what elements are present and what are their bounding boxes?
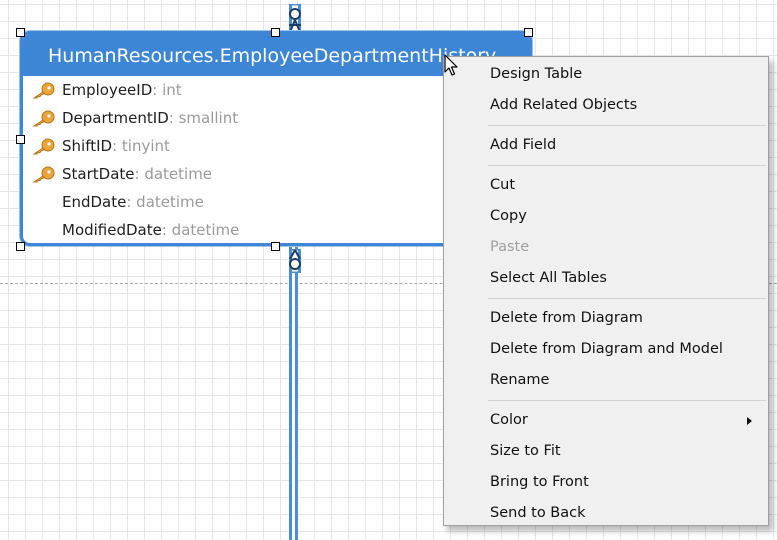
menu-item-copy[interactable]: Copy xyxy=(444,201,768,232)
field-type: : int xyxy=(152,81,182,99)
relationship-connector-bottom-icon[interactable] xyxy=(286,249,304,273)
field-name: StartDate xyxy=(62,165,135,183)
field-type: : datetime xyxy=(161,221,240,239)
chevron-right-icon xyxy=(747,417,752,425)
field-name: EndDate xyxy=(62,193,127,211)
mouse-pointer-icon xyxy=(444,54,458,76)
menu-separator xyxy=(488,298,766,299)
menu-item-send-to-back[interactable]: Send to Back xyxy=(444,498,768,529)
relationship-line[interactable] xyxy=(289,246,298,540)
menu-item-delete-from-diagram[interactable]: Delete from Diagram xyxy=(444,303,768,334)
resize-handle-bottom-left[interactable] xyxy=(16,242,25,251)
resize-handle-top-center[interactable] xyxy=(271,28,280,37)
resize-handle-top-left[interactable] xyxy=(16,28,25,37)
resize-handle-middle-left[interactable] xyxy=(16,135,25,144)
menu-item-paste: Paste xyxy=(490,239,530,255)
resize-handle-bottom-center[interactable] xyxy=(271,242,280,251)
menu-separator xyxy=(488,125,766,126)
field-name: DepartmentID xyxy=(62,109,169,127)
field-type: : datetime xyxy=(134,165,213,183)
menu-item-select-all-tables[interactable]: Select All Tables xyxy=(444,263,768,294)
menu-item-design-table[interactable]: Design Table xyxy=(444,59,768,90)
menu-item-color[interactable]: Color xyxy=(444,405,768,436)
key-icon xyxy=(32,166,55,183)
menu-item-cut[interactable]: Cut xyxy=(444,170,768,201)
relationship-connector-top-icon[interactable] xyxy=(286,4,304,34)
field-name: EmployeeID xyxy=(62,81,153,99)
menu-item-color-label: Color xyxy=(490,412,528,428)
menu-item-rename[interactable]: Rename xyxy=(444,365,768,396)
key-icon xyxy=(32,110,55,127)
key-icon xyxy=(32,82,55,99)
menu-item-add-related-objects[interactable]: Add Related Objects xyxy=(444,90,768,121)
menu-item-delete-from-diagram-and-model[interactable]: Delete from Diagram and Model xyxy=(444,334,768,365)
resize-handle-top-right[interactable] xyxy=(524,28,533,37)
field-type: : smallint xyxy=(168,109,239,127)
field-name: ShiftID xyxy=(62,137,113,155)
menu-item-bring-to-front[interactable]: Bring to Front xyxy=(444,467,768,498)
menu-item-size-to-fit[interactable]: Size to Fit xyxy=(444,436,768,467)
context-menu: Design Table Add Related Objects Add Fie… xyxy=(443,56,769,526)
field-name: ModifiedDate xyxy=(62,221,162,239)
field-type: : datetime xyxy=(126,193,204,211)
menu-separator xyxy=(488,165,766,166)
menu-item-add-field[interactable]: Add Field xyxy=(444,130,768,161)
menu-separator xyxy=(488,400,766,401)
key-icon xyxy=(32,138,55,155)
field-type: : tinyint xyxy=(112,137,170,155)
